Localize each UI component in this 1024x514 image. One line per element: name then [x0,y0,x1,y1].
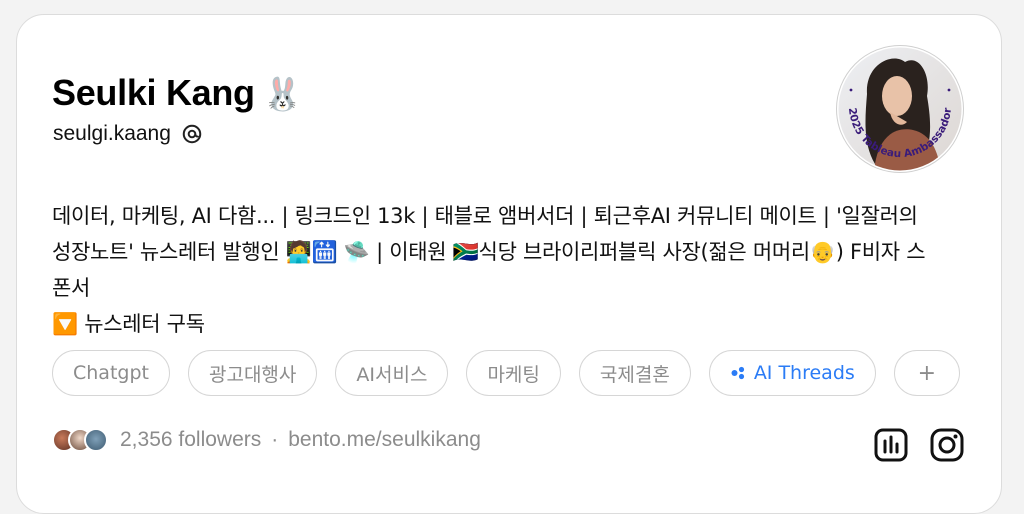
topic-tags: Chatgpt 광고대행사 AI서비스 마케팅 국제결혼 AI Threads … [52,350,960,396]
follower-avatars[interactable] [52,428,108,452]
profile-link[interactable]: bento.me/seulkikang [288,428,481,452]
tag-chatgpt[interactable]: Chatgpt [52,350,170,396]
bio-line: 폰서 [52,276,91,300]
avatar[interactable]: 2025 Tableau Ambassador [835,44,965,174]
newsletter-subscribe-link[interactable]: 🔽 뉴스레터 구독 [52,306,962,342]
bar-chart-icon[interactable] [873,427,909,463]
tag-label: AI서비스 [356,363,428,386]
bio-line: 데이터, 마케팅, AI 다함... | 링크드인 13k | 태블로 앰버서더… [52,204,918,228]
display-name-text: Seulki Kang [52,72,255,113]
separator-dot: · [271,428,279,451]
threads-icon [182,124,202,144]
tag-ad-agency[interactable]: 광고대행사 [187,350,318,396]
plus-icon: + [917,360,937,386]
profile-footer: 2,356 followers · bento.me/seulkikang [52,428,481,452]
instagram-icon[interactable] [929,427,965,463]
follower-avatar [84,428,108,452]
avatar-image: 2025 Tableau Ambassador [835,44,965,174]
add-tag-button[interactable]: + [893,350,960,396]
tag-international-marriage[interactable]: 국제결혼 [578,350,691,396]
followers-count[interactable]: 2,356 followers [120,428,261,452]
name-emoji: 🐰 [262,75,303,113]
tag-label: AI Threads [753,362,855,384]
tag-ai-service[interactable]: AI서비스 [335,350,449,396]
username-handle[interactable]: seulgi.kaang [53,122,171,146]
tag-label: 마케팅 [487,363,540,386]
tag-marketing[interactable]: 마케팅 [466,350,561,396]
handle-row: seulgi.kaang [53,122,203,146]
tag-label: Chatgpt [73,362,149,384]
threads-dots-icon [731,366,744,380]
tag-label: 국제결혼 [599,363,670,386]
bio: 데이터, 마케팅, AI 다함... | 링크드인 13k | 태블로 앰버서더… [52,198,962,342]
tag-label: 광고대행사 [208,363,297,386]
bio-line: 성장노트' 뉴스레터 발행인 🧑‍💻🛗 🛸 | 이태원 🇿🇦식당 브라이리퍼블릭… [52,240,926,264]
action-icons [873,427,965,463]
tag-ai-threads[interactable]: AI Threads [708,350,876,396]
display-name: Seulki Kang 🐰 [52,72,303,114]
